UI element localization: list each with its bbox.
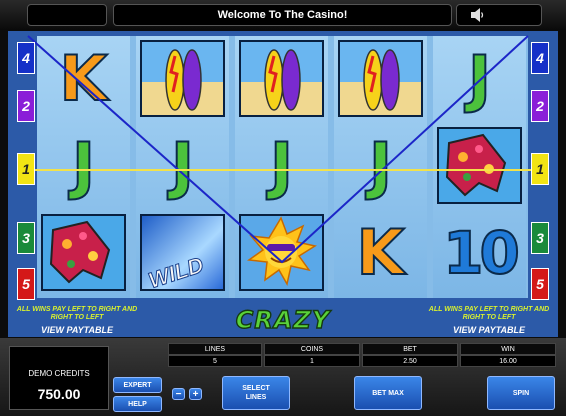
bet-max-button[interactable]: BET MAX <box>354 376 422 410</box>
help-button[interactable]: HELP <box>113 396 162 412</box>
line-marker-1[interactable]: 1 <box>531 153 549 185</box>
line-marker-5[interactable]: 5 <box>531 268 549 300</box>
expert-button[interactable]: EXPERT <box>113 377 162 393</box>
credits-label: DEMO CREDITS <box>28 369 90 378</box>
line-marker-3[interactable]: 3 <box>17 222 35 254</box>
right-info-text: ALL WINS PAY LEFT TO RIGHT AND RIGHT TO … <box>428 306 550 321</box>
game-logo: CRAZY CHAMELEONS <box>184 305 380 370</box>
left-view-paytable-link[interactable]: VIEW PAYTABLE <box>14 325 140 335</box>
left-info-text: ALL WINS PAY LEFT TO RIGHT AND RIGHT TO … <box>16 306 138 321</box>
line-marker-2[interactable]: 2 <box>531 90 549 122</box>
right-view-paytable-link[interactable]: VIEW PAYTABLE <box>426 325 552 335</box>
lines-value: 5 <box>168 355 262 367</box>
credits-value: 750.00 <box>37 386 81 402</box>
line-marker-4[interactable]: 4 <box>17 42 35 74</box>
minus-button[interactable]: − <box>172 388 185 400</box>
win-value: 16.00 <box>460 355 556 367</box>
bet-value: 2.50 <box>362 355 458 367</box>
coins-label: COINS <box>264 343 360 355</box>
payline-4 <box>27 35 529 264</box>
line-marker-1[interactable]: 1 <box>17 153 35 185</box>
plus-button[interactable]: + <box>189 388 202 400</box>
bet-label: BET <box>362 343 458 355</box>
lines-label: LINES <box>168 343 262 355</box>
coins-value: 1 <box>264 355 360 367</box>
line-marker-3[interactable]: 3 <box>531 222 549 254</box>
line-marker-2[interactable]: 2 <box>17 90 35 122</box>
line-marker-4[interactable]: 4 <box>531 42 549 74</box>
line-marker-5[interactable]: 5 <box>17 268 35 300</box>
spin-button[interactable]: SPIN <box>487 376 555 410</box>
win-label: WIN <box>460 343 556 355</box>
select-lines-button[interactable]: SELECT LINES <box>222 376 290 410</box>
